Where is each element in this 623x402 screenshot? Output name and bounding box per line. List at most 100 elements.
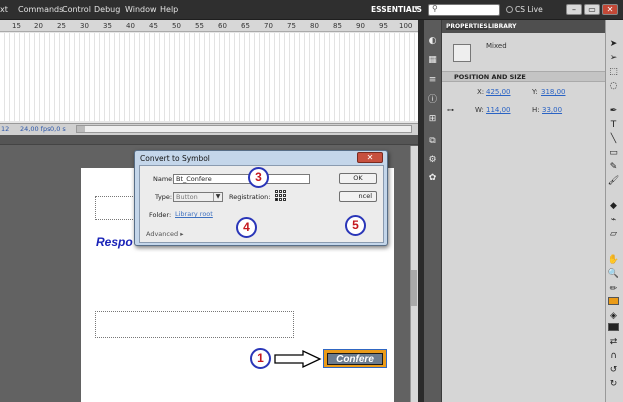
x-value[interactable]: 425,00 [486, 88, 511, 96]
lasso-icon[interactable]: ◌ [607, 80, 620, 92]
stroke-color-icon[interactable]: ✏ [607, 283, 620, 295]
subselection-tool-icon[interactable]: ➢ [607, 52, 620, 64]
minimize-button[interactable]: – [566, 4, 582, 15]
ruler-tick: 30 [80, 22, 89, 30]
smooth-icon[interactable]: ↺ [607, 364, 620, 376]
cs-live-button[interactable]: CS Live [506, 5, 543, 14]
ruler-tick: 85 [333, 22, 342, 30]
ruler-tick: 100 [399, 22, 413, 30]
pencil-icon[interactable]: ✎ [607, 161, 620, 173]
fill-color-icon[interactable] [608, 297, 619, 305]
dialog-close-button[interactable]: ✕ [357, 152, 383, 163]
menu-item-help[interactable]: Help [160, 5, 178, 14]
dialog-title: Convert to Symbol [140, 154, 210, 163]
cancel-button[interactable]: ncel [339, 191, 377, 202]
reg-point[interactable] [283, 194, 286, 197]
advanced-toggle[interactable]: Advanced ▸ [146, 230, 183, 238]
close-button[interactable]: ✕ [602, 4, 618, 15]
menu-item-window[interactable]: Window [125, 5, 157, 14]
lock-proportions-icon[interactable]: ⊶ [447, 106, 454, 114]
ruler-tick: 90 [356, 22, 365, 30]
symbol-type-select[interactable]: Button ▼ [173, 192, 223, 202]
tab-library[interactable]: LIBRARY [488, 23, 517, 30]
hand-icon[interactable]: ✋ [607, 254, 620, 266]
timeline-frames[interactable] [0, 33, 418, 121]
tab-properties[interactable]: PROPERTIES [446, 23, 488, 30]
color-panel-icon[interactable]: ◐ [427, 36, 438, 47]
rectangle-icon[interactable]: ▭ [607, 147, 620, 159]
ruler-tick: 75 [287, 22, 296, 30]
current-frame[interactable]: 12 [1, 125, 9, 133]
info-icon[interactable]: ⓘ [427, 95, 438, 106]
eyedropper-icon[interactable]: ⌁ [607, 214, 620, 226]
search-input[interactable]: ⚲ [428, 4, 500, 16]
brush-icon[interactable]: 🖌 [607, 175, 620, 187]
position-size-section[interactable]: POSITION AND SIZE [442, 71, 605, 82]
step-5-marker: 5 [345, 215, 366, 236]
black-swatch-icon[interactable] [608, 323, 619, 331]
reg-point[interactable] [283, 198, 286, 201]
reg-point[interactable] [275, 190, 278, 193]
swatches-icon[interactable]: ▦ [427, 55, 438, 66]
h-label: H: [532, 106, 540, 114]
timeline-horizontal-scrollbar[interactable] [76, 125, 412, 133]
chevron-down-icon[interactable]: ▼ [414, 5, 419, 12]
line-icon[interactable]: ╲ [607, 133, 620, 145]
ruler-tick: 80 [310, 22, 319, 30]
ruler-tick: 15 [12, 22, 21, 30]
advanced-label: Advanced [146, 230, 179, 238]
y-value[interactable]: 318,00 [541, 88, 566, 96]
align-icon[interactable]: ≡ [427, 75, 438, 86]
ruler-tick: 55 [195, 22, 204, 30]
folder-link[interactable]: Library root [175, 210, 213, 218]
confere-button-selection[interactable]: Confere [323, 349, 387, 368]
timeline-ruler[interactable]: 15 20 25 30 35 40 45 50 55 60 65 70 75 8… [0, 20, 418, 32]
bucket-fill-icon[interactable]: ◈ [607, 310, 620, 322]
transform-icon[interactable]: ⊞ [427, 114, 438, 125]
motion-presets-icon[interactable]: ⚙ [427, 155, 438, 166]
reg-point[interactable] [279, 198, 282, 201]
snap-icon[interactable]: ∩ [607, 350, 620, 362]
swap-colors-icon[interactable]: ⇄ [607, 336, 620, 348]
symbol-name-field[interactable]: Bt_Confere [173, 174, 310, 184]
ruler-tick: 50 [172, 22, 181, 30]
text-icon[interactable]: T [607, 119, 620, 131]
menu-item-debug[interactable]: Debug [94, 5, 120, 14]
input-text-field-top[interactable] [95, 196, 137, 220]
w-value[interactable]: 114,00 [486, 106, 511, 114]
reg-point[interactable] [275, 194, 278, 197]
pen-icon[interactable]: ✒ [607, 105, 620, 117]
free-transform-icon[interactable]: ⬚ [607, 66, 620, 78]
menu-item-text[interactable]: xt [0, 5, 8, 14]
restore-button[interactable]: ▭ [584, 4, 600, 15]
ruler-tick: 35 [103, 22, 112, 30]
selection-tool-icon[interactable]: ➤ [607, 38, 620, 50]
x-label: X: [477, 88, 485, 96]
reg-point-selected[interactable] [275, 198, 278, 201]
menu-item-commands[interactable]: Commands [18, 5, 63, 14]
h-value[interactable]: 33,00 [542, 106, 562, 114]
ok-button[interactable]: OK [339, 173, 377, 184]
paint-bucket-icon[interactable]: ◆ [607, 200, 620, 212]
straighten-icon[interactable]: ↻ [607, 378, 620, 390]
zoom-icon[interactable]: 🔍 [607, 268, 620, 280]
step-1-marker: 1 [250, 348, 271, 369]
code-snippets-icon[interactable]: ✿ [427, 173, 438, 184]
type-label: Type: [155, 193, 173, 201]
menu-item-control[interactable]: Control [62, 5, 91, 14]
name-label: Name: [153, 175, 175, 183]
reg-point[interactable] [279, 194, 282, 197]
reg-point[interactable] [279, 190, 282, 193]
input-text-field[interactable] [95, 311, 294, 338]
confere-button[interactable]: Confere [327, 353, 383, 365]
components-icon[interactable]: ⧉ [427, 136, 438, 147]
frame-rate[interactable]: 24,00 fps [20, 125, 50, 133]
registration-grid[interactable] [275, 190, 287, 202]
step-3-marker: 3 [248, 167, 269, 188]
eraser-icon[interactable]: ▱ [607, 228, 620, 240]
ruler-tick: 65 [241, 22, 250, 30]
cs-live-icon [506, 6, 513, 13]
scrollbar-thumb[interactable] [411, 270, 417, 306]
reg-point[interactable] [283, 190, 286, 193]
stage-edit-bar [0, 135, 418, 145]
